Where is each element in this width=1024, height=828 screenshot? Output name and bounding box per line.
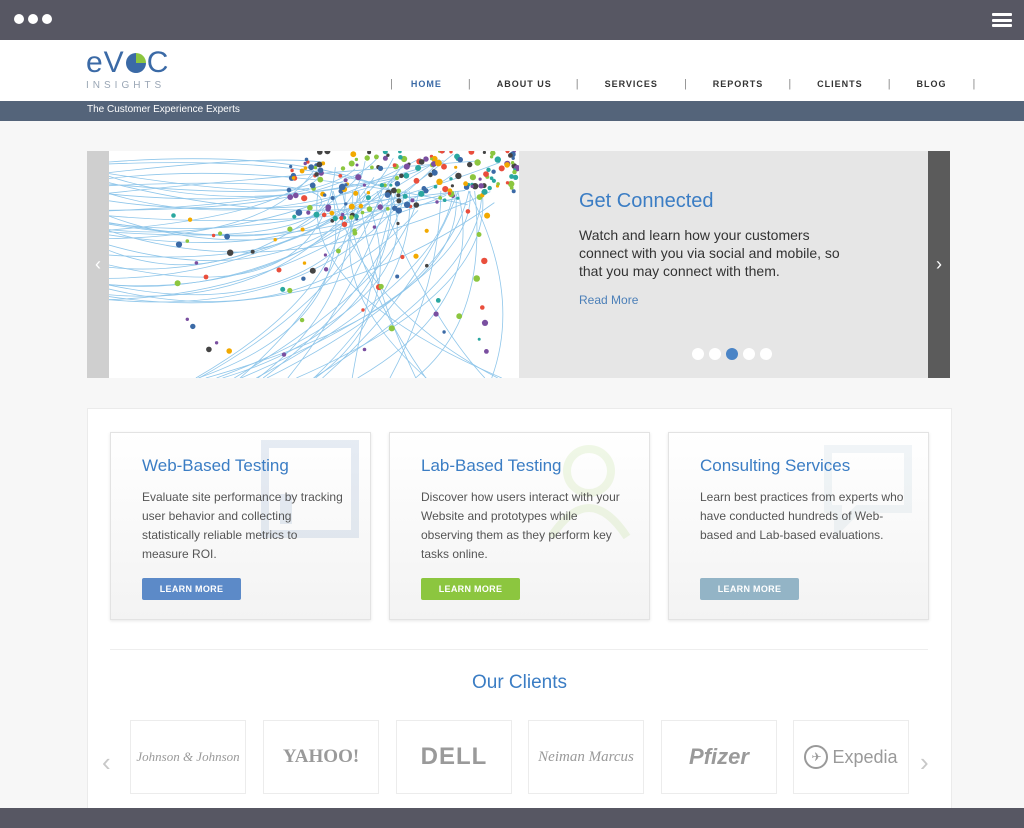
client-logo-yahoo: YAHOO!: [263, 720, 379, 794]
clients-next-button[interactable]: ›: [920, 747, 929, 778]
hero-slider: ‹ Get Connected Watch and learn how your…: [87, 151, 950, 378]
network-people-image: [109, 151, 519, 378]
slider-dot-active[interactable]: [726, 348, 738, 360]
nav-home[interactable]: HOME: [411, 79, 442, 89]
slider-dot[interactable]: [692, 348, 704, 360]
nav-services[interactable]: SERVICES: [605, 79, 658, 89]
slide-title: Get Connected: [579, 190, 714, 212]
clients-title: Our Clients: [471, 672, 568, 693]
slider-dot[interactable]: [743, 348, 755, 360]
window-dots: [14, 14, 52, 24]
chevron-left-icon: ‹: [95, 254, 101, 274]
window-dot: [42, 14, 52, 24]
main-nav: | HOME | ABOUT US | SERVICES | REPORTS |…: [390, 78, 976, 90]
card-text: Discover how users interact with your We…: [421, 490, 620, 561]
pie-chart-icon: [125, 53, 146, 73]
menu-icon[interactable]: [992, 13, 1012, 27]
card-title: Consulting Services: [700, 456, 851, 475]
client-logo-expedia-text: Expedia: [832, 746, 898, 767]
logo-text-left: eV: [86, 46, 125, 79]
learn-more-button[interactable]: LEARN MORE: [700, 578, 799, 600]
read-more-link[interactable]: Read More: [579, 293, 638, 307]
service-card-lab-testing: Lab-Based Testing Discover how users int…: [389, 432, 650, 620]
nav-blog[interactable]: BLOG: [917, 79, 947, 89]
slider-dots: [692, 348, 772, 360]
learn-more-button[interactable]: LEARN MORE: [421, 578, 520, 600]
tagline-bar: The Customer Experience Experts: [0, 101, 1024, 121]
nav-about-us[interactable]: ABOUT US: [497, 79, 552, 89]
chevron-right-icon: ›: [936, 254, 942, 274]
network-illustration: [109, 151, 519, 378]
service-card-web-testing: Web-Based Testing Evaluate site performa…: [110, 432, 371, 620]
client-logo-pfizer: Pfizer: [661, 720, 777, 794]
services-section: Web-Based Testing Evaluate site performa…: [87, 408, 952, 808]
logo-text-right: C: [146, 46, 170, 79]
plane-icon: ✈: [804, 745, 829, 769]
chevron-right-icon: ›: [920, 747, 929, 777]
service-card-consulting: Consulting Services Learn best practices…: [668, 432, 929, 620]
nav-reports[interactable]: REPORTS: [713, 79, 764, 89]
browser-chrome-top: [0, 0, 1024, 40]
card-title: Web-Based Testing: [142, 456, 289, 475]
site-header: eV C INSIGHTS | HOME | ABOUT US | SERVIC…: [0, 40, 1024, 101]
section-divider: [110, 649, 928, 650]
slide-text: Watch and learn how your customers conne…: [579, 227, 840, 279]
logo-subtitle: INSIGHTS: [86, 80, 166, 91]
client-logo-dell: DELL: [396, 720, 512, 794]
card-text: Evaluate site performance by tracking us…: [142, 490, 343, 561]
window-dot: [28, 14, 38, 24]
web-page: eV C INSIGHTS | HOME | ABOUT US | SERVIC…: [0, 40, 1024, 808]
slider-dot[interactable]: [709, 348, 721, 360]
site-logo[interactable]: eV C INSIGHTS: [86, 48, 186, 92]
client-logo-johnson: Johnson & Johnson: [130, 720, 246, 794]
slider-prev-button[interactable]: ‹: [87, 151, 109, 378]
client-logo-neiman-marcus: Neiman Marcus: [528, 720, 644, 794]
nav-clients[interactable]: CLIENTS: [817, 79, 863, 89]
client-logo-expedia: ✈ Expedia: [793, 720, 909, 794]
card-title: Lab-Based Testing: [421, 456, 562, 475]
card-text: Learn best practices from experts who ha…: [700, 490, 904, 542]
browser-chrome-bottom: [0, 808, 1024, 828]
tagline: The Customer Experience Experts: [87, 104, 240, 115]
window-dot: [14, 14, 24, 24]
clients-prev-button[interactable]: ‹: [102, 747, 111, 778]
chevron-left-icon: ‹: [102, 747, 111, 777]
slider-next-button[interactable]: ›: [928, 151, 950, 378]
slider-dot[interactable]: [760, 348, 772, 360]
learn-more-button[interactable]: LEARN MORE: [142, 578, 241, 600]
